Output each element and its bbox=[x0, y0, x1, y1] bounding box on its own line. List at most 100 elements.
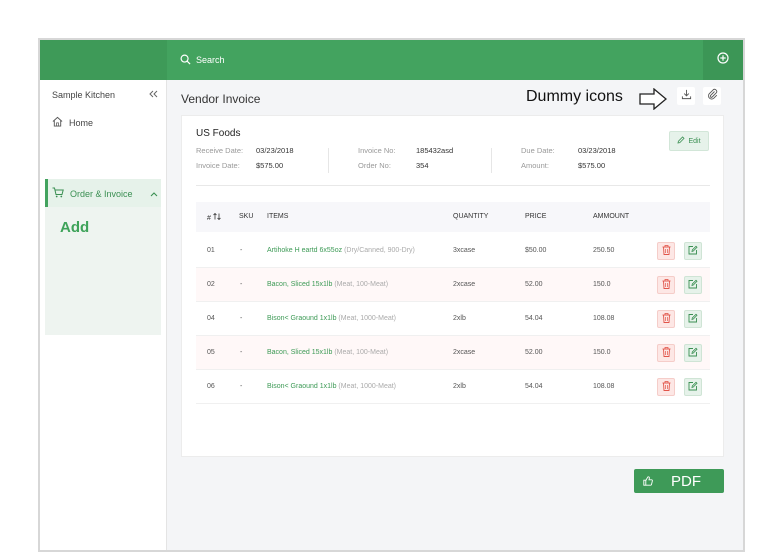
row-item[interactable]: Bacon, Sliced 15x1lb (Meat, 100-Meat) bbox=[267, 281, 388, 288]
row-item[interactable]: Artihoke H eartd 6x55oz (Dry/Canned, 900… bbox=[267, 247, 415, 254]
edit-label: Edit bbox=[688, 137, 701, 145]
divider bbox=[196, 185, 710, 186]
row-item-desc: (Dry/Canned, 900-Dry) bbox=[344, 247, 415, 254]
cart-icon bbox=[52, 187, 64, 200]
row-item-desc: (Meat, 1000-Meat) bbox=[338, 315, 397, 322]
due-date-field: Due Date: 03/23/2018 bbox=[521, 146, 616, 155]
trash-icon bbox=[662, 344, 671, 362]
column-header-num[interactable]: # bbox=[207, 212, 221, 222]
row-item[interactable]: Bison< Graound 1x1lb (Meat, 1000-Meat) bbox=[267, 383, 396, 390]
edit-row-button[interactable] bbox=[684, 242, 702, 260]
row-price: 54.04 bbox=[525, 315, 543, 322]
field-label: Invoice Date: bbox=[196, 161, 240, 170]
row-amount: 150.0 bbox=[593, 349, 611, 356]
table-row: 05 - Bacon, Sliced 15x1lb (Meat, 100-Mea… bbox=[196, 336, 710, 370]
field-value: 03/23/2018 bbox=[578, 146, 616, 155]
delete-button[interactable] bbox=[657, 276, 675, 294]
sidebar-item-label: Order & Invoice bbox=[70, 188, 133, 199]
invoice-date-field: Invoice Date: $575.00 bbox=[196, 161, 283, 170]
add-button[interactable] bbox=[703, 40, 743, 80]
sidebar: Sample Kitchen Home Order & Invoice Add bbox=[40, 80, 167, 550]
row-item[interactable]: Bacon, Sliced 15x1lb (Meat, 100-Meat) bbox=[267, 349, 388, 356]
table-row: 02 - Bacon, Sliced 15x1lb (Meat, 100-Mea… bbox=[196, 268, 710, 302]
table-row: 01 - Artihoke H eartd 6x55oz (Dry/Canned… bbox=[196, 234, 710, 268]
row-price: 52.00 bbox=[525, 281, 543, 288]
thumbs-up-icon bbox=[634, 476, 662, 486]
field-label: Amount: bbox=[521, 161, 549, 170]
table-row: 06 - Bison< Graound 1x1lb (Meat, 1000-Me… bbox=[196, 370, 710, 404]
vendor-name: US Foods bbox=[196, 128, 241, 139]
add-submenu-item[interactable]: Add bbox=[60, 219, 89, 236]
pdf-label: PDF bbox=[671, 472, 701, 490]
row-num: 05 bbox=[207, 349, 215, 356]
sort-icon bbox=[213, 212, 221, 222]
trash-icon bbox=[662, 242, 671, 260]
field-label: Order No: bbox=[358, 161, 391, 170]
field-value: 03/23/2018 bbox=[256, 146, 294, 155]
edit-row-button[interactable] bbox=[684, 276, 702, 294]
edit-icon bbox=[688, 242, 698, 260]
row-quantity: 2xlb bbox=[453, 383, 466, 390]
edit-row-button[interactable] bbox=[684, 344, 702, 362]
top-bar: Search bbox=[40, 40, 743, 80]
row-amount: 108.08 bbox=[593, 383, 615, 390]
arrow-right-icon bbox=[639, 87, 668, 115]
divider bbox=[491, 148, 492, 173]
row-sku: - bbox=[240, 247, 243, 254]
search-icon bbox=[180, 54, 191, 67]
edit-icon bbox=[688, 310, 698, 328]
paperclip-icon bbox=[707, 87, 718, 105]
row-price: 52.00 bbox=[525, 349, 543, 356]
row-item[interactable]: Bison< Graound 1x1lb (Meat, 1000-Meat) bbox=[267, 315, 396, 322]
row-quantity: 2xcase bbox=[453, 281, 476, 288]
page-title: Vendor Invoice bbox=[181, 92, 261, 106]
pdf-button[interactable]: PDF bbox=[634, 469, 724, 493]
row-amount: 150.0 bbox=[593, 281, 611, 288]
attach-button[interactable] bbox=[703, 87, 721, 105]
column-header-price: PRICE bbox=[525, 213, 547, 220]
row-quantity: 2xcase bbox=[453, 349, 476, 356]
field-value: 185432asd bbox=[416, 146, 454, 155]
chevron-up-icon bbox=[150, 189, 158, 199]
table-header: # SKU ITEMS QUANTITY PRICE AMMOUNT bbox=[196, 202, 710, 232]
row-quantity: 2xlb bbox=[453, 315, 466, 322]
search-placeholder: Search bbox=[196, 55, 225, 65]
edit-icon bbox=[688, 344, 698, 362]
search-bar[interactable]: Search bbox=[180, 40, 225, 80]
delete-button[interactable] bbox=[657, 344, 675, 362]
kitchen-name: Sample Kitchen bbox=[52, 90, 116, 100]
column-header-quantity: QUANTITY bbox=[453, 213, 489, 220]
column-header-sku: SKU bbox=[239, 213, 254, 220]
row-item-desc: (Meat, 100-Meat) bbox=[334, 281, 389, 288]
delete-button[interactable] bbox=[657, 378, 675, 396]
edit-row-button[interactable] bbox=[684, 310, 702, 328]
main-content: Vendor Invoice Dummy icons US Foods Edit bbox=[167, 80, 743, 550]
row-num: 01 bbox=[207, 247, 215, 254]
row-sku: - bbox=[240, 383, 243, 390]
row-num: 02 bbox=[207, 281, 215, 288]
delete-button[interactable] bbox=[657, 242, 675, 260]
delete-button[interactable] bbox=[657, 310, 675, 328]
row-price: 54.04 bbox=[525, 383, 543, 390]
row-amount: 108.08 bbox=[593, 315, 615, 322]
invoice-no-field: Invoice No: 185432asd bbox=[358, 146, 453, 155]
field-label: Receive Date: bbox=[196, 146, 244, 155]
collapse-icon[interactable] bbox=[149, 90, 158, 100]
sidebar-item-label: Home bbox=[69, 117, 94, 128]
sidebar-header: Sample Kitchen bbox=[52, 90, 158, 100]
trash-icon bbox=[662, 378, 671, 396]
edit-row-button[interactable] bbox=[684, 378, 702, 396]
order-no-field: Order No: 354 bbox=[358, 161, 429, 170]
column-header-amount: AMMOUNT bbox=[593, 213, 630, 220]
download-button[interactable] bbox=[677, 87, 695, 105]
sidebar-item-home[interactable]: Home bbox=[52, 116, 93, 129]
trash-icon bbox=[662, 310, 671, 328]
table-row: 04 - Bison< Graound 1x1lb (Meat, 1000-Me… bbox=[196, 302, 710, 336]
edit-button[interactable]: Edit bbox=[669, 131, 709, 151]
row-item-desc: (Meat, 1000-Meat) bbox=[338, 383, 397, 390]
row-num: 06 bbox=[207, 383, 215, 390]
receive-date-field: Receive Date: 03/23/2018 bbox=[196, 146, 294, 155]
sidebar-item-order-invoice[interactable]: Order & Invoice bbox=[52, 187, 158, 200]
brand-area bbox=[40, 40, 167, 80]
field-label: Due Date: bbox=[521, 146, 555, 155]
